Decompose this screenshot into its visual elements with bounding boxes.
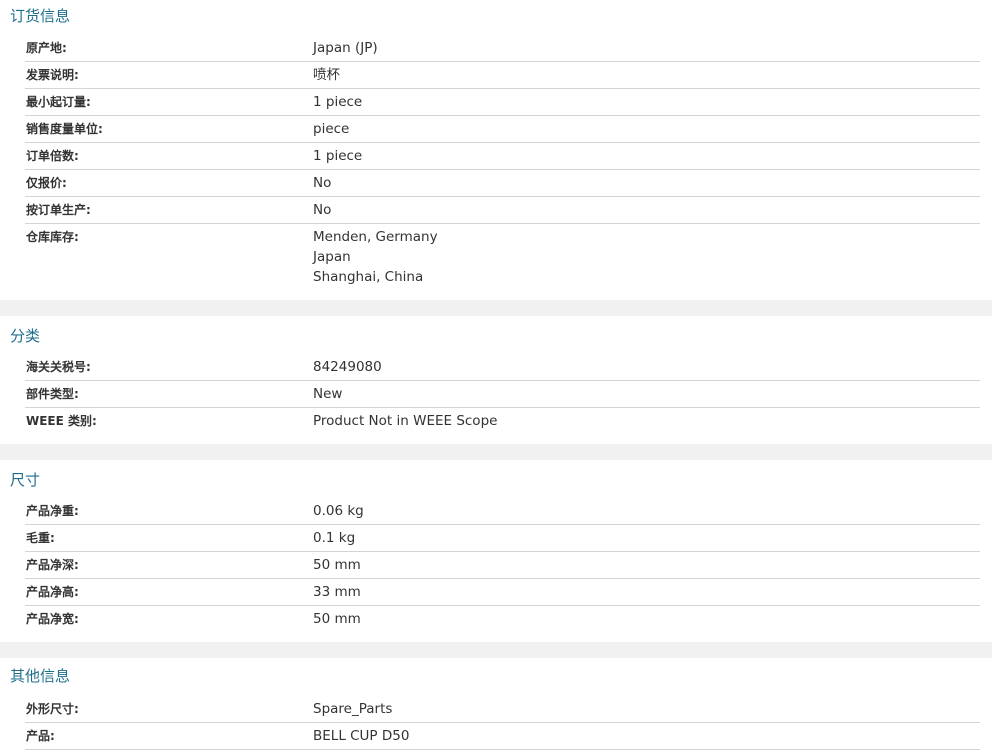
row-value: 33 mm	[313, 582, 361, 602]
value-line: 1 piece	[313, 94, 363, 110]
value-line: Spare_Parts	[313, 701, 393, 717]
value-line: 1 piece	[313, 148, 363, 164]
spec-row: 订单倍数: 1 piece	[25, 143, 980, 170]
value-line: Japan (JP)	[313, 40, 378, 56]
row-value: Product Not in WEEE Scope	[313, 411, 497, 431]
row-value: 喷杯	[313, 65, 340, 85]
row-value: Spare_Parts	[313, 699, 392, 719]
spec-row: 产品净高: 33 mm	[25, 579, 980, 606]
row-label: 海关关税号:	[26, 360, 91, 374]
spec-row: 毛重: 0.1 kg	[25, 525, 980, 552]
row-label: 部件类型:	[26, 387, 79, 401]
row-label: WEEE 类别:	[26, 414, 97, 428]
value-line: BELL CUP D50	[313, 728, 410, 744]
value-line: New	[313, 386, 343, 402]
row-value: No	[313, 200, 331, 220]
spec-row: 产品净深: 50 mm	[25, 552, 980, 579]
row-value: piece	[313, 119, 349, 139]
row-label: 产品净宽:	[26, 612, 79, 626]
spec-row: 海关关税号: 84249080	[25, 354, 980, 381]
row-label: 销售度量单位:	[26, 122, 103, 136]
row-label: 发票说明:	[26, 68, 79, 82]
row-label: 产品净高:	[26, 585, 79, 599]
row-label: 外形尺寸:	[26, 702, 79, 716]
row-value: 50 mm	[313, 609, 361, 629]
value-line: Japan	[313, 249, 351, 265]
row-value: 0.1 kg	[313, 528, 355, 548]
value-line: 喷杯	[313, 67, 340, 83]
row-value: 84249080	[313, 357, 382, 377]
row-value: BELL CUP D50	[313, 726, 409, 746]
value-line: 33 mm	[313, 584, 361, 600]
section-title: 分类	[10, 327, 41, 345]
value-line: Shanghai, China	[313, 269, 424, 285]
value-line: piece	[313, 121, 350, 137]
row-label: 仓库库存:	[26, 230, 79, 244]
value-line: Menden, Germany	[313, 229, 438, 245]
row-label: 产品净深:	[26, 558, 79, 572]
row-value: 1 piece	[313, 146, 362, 166]
row-value: No	[313, 173, 331, 193]
value-line: Product Not in WEEE Scope	[313, 413, 498, 429]
value-line: 50 mm	[313, 611, 361, 627]
spec-row: WEEE 类别: Product Not in WEEE Scope	[25, 408, 980, 434]
row-label: 最小起订量:	[26, 95, 91, 109]
value-line: 0.06 kg	[313, 503, 364, 519]
spec-row: 发票说明: 喷杯	[25, 62, 980, 89]
row-value: Menden, Germany Japan Shanghai, China	[313, 227, 438, 287]
row-value: New	[313, 384, 342, 404]
section-title: 订货信息	[10, 7, 71, 25]
row-label: 原产地:	[26, 41, 67, 55]
spec-row: 产品净宽: 50 mm	[25, 606, 980, 632]
row-label: 产品:	[26, 729, 55, 743]
row-value: 50 mm	[313, 555, 361, 575]
section-title: 尺寸	[10, 471, 41, 489]
product-details-page: 订货信息 原产地: Japan (JP) 发票说明: 喷杯 最小起订量: 1 p…	[0, 0, 992, 750]
classification-section: 分类 海关关税号: 84249080 部件类型: New WEEE 类别: Pr…	[0, 316, 992, 444]
section-title: 其他信息	[10, 667, 71, 685]
spec-row: 外形尺寸: Spare_Parts	[25, 696, 980, 723]
row-value: Japan (JP)	[313, 38, 378, 58]
spec-row: 产品净重: 0.06 kg	[25, 498, 980, 525]
row-label: 毛重:	[26, 531, 55, 545]
value-line: No	[313, 202, 332, 218]
value-line: 84249080	[313, 359, 382, 375]
spec-row: 仅报价: No	[25, 170, 980, 197]
row-value: 1 piece	[313, 92, 362, 112]
row-label: 订单倍数:	[26, 149, 79, 163]
spec-row: 原产地: Japan (JP)	[25, 34, 980, 62]
value-line: 50 mm	[313, 557, 361, 573]
dimensions-section: 尺寸 产品净重: 0.06 kg 毛重: 0.1 kg 产品净深: 50 mm …	[0, 460, 992, 642]
row-label: 仅报价:	[26, 176, 67, 190]
value-line: No	[313, 175, 332, 191]
row-label: 按订单生产:	[26, 203, 91, 217]
row-label: 产品净重:	[26, 504, 79, 518]
spec-row: 仓库库存: Menden, Germany Japan Shanghai, Ch…	[25, 224, 980, 294]
spec-row: 部件类型: New	[25, 381, 980, 408]
other-info-section: 其他信息 外形尺寸: Spare_Parts 产品: BELL CUP D50	[0, 658, 992, 750]
spec-row: 按订单生产: No	[25, 197, 980, 224]
ordering-info-section: 订货信息 原产地: Japan (JP) 发票说明: 喷杯 最小起订量: 1 p…	[0, 0, 992, 300]
spec-row: 产品: BELL CUP D50	[25, 723, 980, 750]
spec-row: 最小起订量: 1 piece	[25, 89, 980, 116]
value-line: 0.1 kg	[313, 530, 356, 546]
row-value: 0.06 kg	[313, 501, 364, 521]
spec-row: 销售度量单位: piece	[25, 116, 980, 143]
